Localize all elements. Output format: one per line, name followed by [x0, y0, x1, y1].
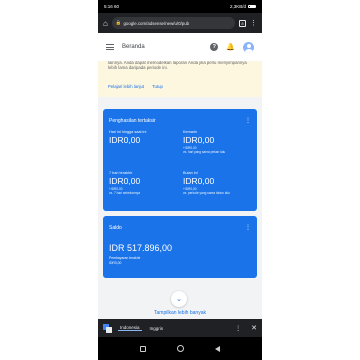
home-icon[interactable]: ⌂ [103, 19, 108, 28]
page-title: Beranda [122, 44, 145, 50]
more-vert-icon[interactable]: ⋮ [235, 325, 241, 332]
status-indicators: 2,3KB/d [230, 4, 256, 9]
metric-compare: vs. periode yang sama tahun lalu [183, 191, 230, 195]
browser-toolbar: ⌂ 🔒 google.com/adsense/new/u/0/pub 8 ⋮ [98, 13, 262, 33]
lang-tab-english[interactable]: Inggris [148, 326, 166, 331]
data-retention-notice: lainnya. Anda dapat memodelkan laporan A… [98, 61, 262, 97]
notice-text: lainnya. Anda dapat memodelkan laporan A… [108, 61, 247, 71]
last-payment-value: IDR0,00 [109, 261, 122, 265]
metric-compare: vs. hari yang sama pekan lalu [183, 150, 226, 154]
metric-value: IDR0,00 [183, 135, 215, 145]
translate-icon [103, 323, 112, 333]
notice-actions: Pelajari lebih lanjut Tutup [108, 84, 163, 89]
balance-card[interactable]: Saldo ⋮ IDR 517.896,00 Pembayaran terakh… [103, 216, 257, 278]
help-icon[interactable]: ? [210, 43, 219, 51]
metric-this-month: Bulan ini IDR0,00 +IDR0,00 vs. periode y… [183, 171, 253, 195]
address-bar[interactable]: 🔒 google.com/adsense/new/u/0/pub [111, 17, 235, 29]
metric-today: Hari ini hingga saat ini IDR0,00 [109, 130, 179, 145]
bell-icon[interactable]: 🔔 [226, 43, 235, 51]
close-icon[interactable]: ✕ [251, 324, 257, 332]
recents-icon[interactable] [139, 345, 146, 352]
lock-icon: 🔒 [115, 20, 122, 25]
close-notice-link[interactable]: Tutup [152, 84, 163, 89]
url-text: google.com/adsense/new/u/0/pub [123, 20, 190, 26]
more-vert-icon[interactable]: ⋮ [250, 19, 257, 27]
metric-label: Bulan ini [183, 171, 198, 175]
metric-value: IDR0,00 [183, 176, 215, 186]
lang-tab-indonesia[interactable]: Indonesia [118, 325, 142, 331]
balance-card-title: Saldo [109, 225, 122, 231]
system-nav-bar [98, 337, 262, 360]
main-content[interactable]: lainnya. Anda dapat memodelkan laporan A… [98, 61, 262, 319]
status-time: 5:16 60 [104, 4, 120, 9]
avatar[interactable] [243, 41, 254, 53]
translate-bar: Indonesia Inggris ⋮ ✕ [98, 319, 262, 337]
metric-compare: vs. 7 hari sebelumnya [109, 191, 141, 195]
metric-yesterday: Kemarin IDR0,00 +IDR0,00 vs. hari yang s… [183, 130, 253, 154]
chevron-down-icon[interactable]: ⌄ [171, 291, 187, 307]
status-bar: 5:16 60 2,3KB/d [98, 0, 262, 13]
balance-value: IDR 517.896,00 [109, 243, 173, 253]
metric-label: 7 hari terakhir [109, 171, 133, 175]
menu-icon[interactable] [106, 44, 114, 50]
metric-label: Hari ini hingga saat ini [109, 130, 147, 134]
more-vert-icon[interactable]: ⋮ [245, 224, 251, 231]
last-payment-label: Pembayaran terakhir [109, 256, 141, 260]
earnings-card-title: Penghasilan tertaksir [109, 118, 156, 124]
metric-last-7-days: 7 hari terakhir IDR0,00 +IDR0,00 vs. 7 h… [109, 171, 179, 195]
app-header: Beranda ? 🔔 [98, 33, 262, 61]
phone-screen: 5:16 60 2,3KB/d ⌂ 🔒 google.com/adsense/n… [98, 0, 262, 360]
show-more-link[interactable]: Tampilkan lebih banyak [98, 310, 262, 316]
metric-value: IDR0,00 [109, 176, 141, 186]
back-icon[interactable] [215, 345, 221, 352]
estimated-earnings-card[interactable]: Penghasilan tertaksir ⋮ Hari ini hingga … [103, 109, 257, 211]
more-vert-icon[interactable]: ⋮ [245, 117, 251, 124]
metric-value: IDR0,00 [109, 135, 141, 145]
learn-more-link[interactable]: Pelajari lebih lanjut [108, 84, 144, 89]
battery-icon [248, 4, 256, 9]
metric-label: Kemarin [183, 130, 198, 134]
tab-switcher-button[interactable]: 8 [239, 19, 246, 27]
home-nav-icon[interactable] [176, 345, 184, 352]
network-speed: 2,3KB/d [229, 4, 246, 9]
